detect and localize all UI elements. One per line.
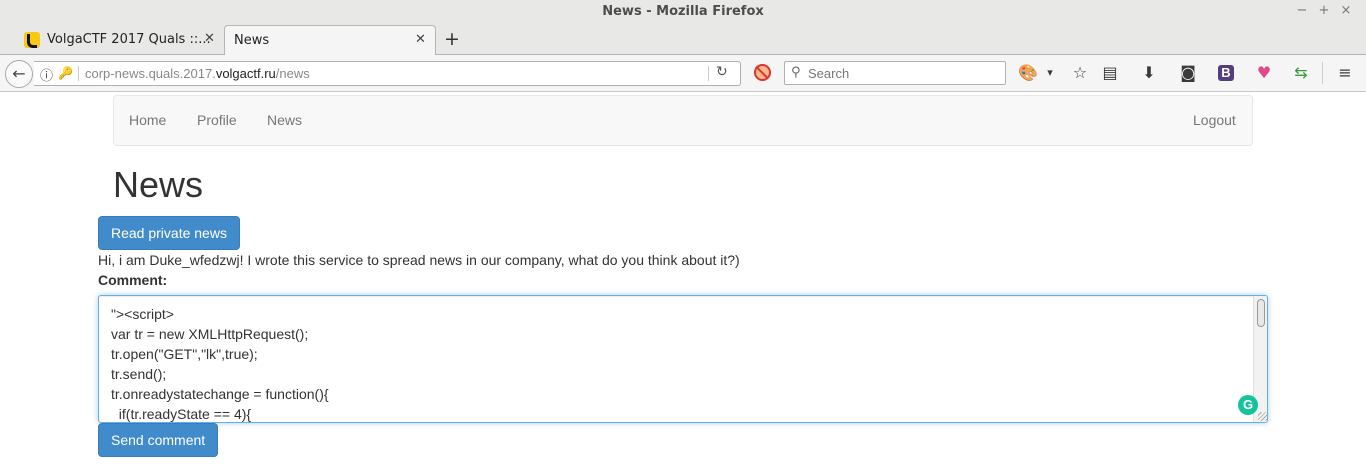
bookmark-star-icon[interactable]: ☆ [1070, 63, 1090, 83]
comment-textarea-value: "><script> var tr = new XMLHttpRequest()… [111, 306, 329, 422]
close-tab-icon[interactable]: ✕ [204, 31, 215, 46]
window-titlebar: News - Mozilla Firefox − + × [0, 0, 1366, 24]
url-domain: volgactf.ru [215, 66, 276, 81]
swap-icon[interactable]: ⇆ [1291, 63, 1311, 83]
nav-news-link[interactable]: News [267, 112, 302, 128]
tab-volgactf[interactable]: VolgaCTF 2017 Quals ::... ✕ [14, 25, 222, 55]
download-icon[interactable]: ⬇ [1139, 63, 1159, 83]
reload-divider [708, 66, 709, 81]
toolbar-divider [1322, 62, 1323, 84]
pocket-icon[interactable]: ◙ [1178, 63, 1198, 83]
comment-label: Comment: [98, 272, 168, 288]
intro-text: Hi, i am Duke_wfedzwj! I wrote this serv… [98, 252, 740, 268]
url-text[interactable]: corp-news.quals.2017.volgactf.ru/news [85, 66, 310, 81]
noscript-icon[interactable] [754, 64, 771, 81]
search-input[interactable] [808, 65, 998, 81]
new-tab-icon[interactable]: + [444, 28, 460, 50]
reading-list-icon[interactable]: ▤ [1100, 63, 1120, 83]
grammarly-icon[interactable]: G [1238, 395, 1258, 415]
stylish-icon[interactable]: 🎨 [1018, 63, 1038, 83]
close-tab-icon[interactable]: ✕ [415, 32, 426, 47]
menu-icon[interactable]: ≡ [1335, 63, 1355, 83]
site-navbar: Home Profile News Logout [113, 95, 1253, 146]
nav-profile-link[interactable]: Profile [197, 112, 237, 128]
read-private-news-button[interactable]: Read private news [98, 216, 240, 250]
url-path: /news [275, 66, 310, 81]
maximize-icon[interactable]: + [1316, 3, 1332, 19]
chevron-down-icon[interactable]: ▾ [1040, 63, 1060, 83]
key-icon[interactable]: 🔑 [58, 66, 73, 80]
reload-icon[interactable]: ↻ [716, 64, 728, 80]
nav-home-link[interactable]: Home [129, 112, 166, 128]
tab-label: VolgaCTF 2017 Quals ::... [47, 32, 211, 47]
bootstrap-icon[interactable]: B [1218, 65, 1234, 81]
scrollbar-thumb[interactable] [1257, 299, 1265, 327]
comment-textarea[interactable]: "><script> var tr = new XMLHttpRequest()… [98, 295, 1268, 423]
window-title: News - Mozilla Firefox [602, 4, 764, 19]
search-bar[interactable]: ⚲ [784, 61, 1006, 85]
minimize-icon[interactable]: − [1294, 3, 1310, 19]
resize-handle-icon[interactable] [1258, 412, 1267, 421]
colorzilla-icon[interactable]: ♥ [1254, 63, 1274, 83]
info-icon[interactable]: ⓘ [40, 65, 53, 84]
page-title: News [113, 164, 204, 205]
url-bar[interactable]: ⓘ 🔑 corp-news.quals.2017.volgactf.ru/new… [34, 61, 741, 86]
tab-news[interactable]: News ✕ [224, 25, 436, 56]
url-prefix: corp-news.quals.2017. [85, 66, 216, 81]
back-button[interactable]: ← [5, 60, 33, 88]
tab-strip: VolgaCTF 2017 Quals ::... ✕ News ✕ + [0, 24, 1366, 56]
send-comment-button[interactable]: Send comment [98, 423, 219, 457]
volgactf-favicon-icon [24, 32, 40, 48]
tab-label: News [234, 33, 270, 48]
browser-toolbar: ⓘ 🔑 corp-news.quals.2017.volgactf.ru/new… [0, 55, 1366, 92]
search-icon: ⚲ [791, 65, 801, 80]
url-divider [78, 66, 79, 81]
close-window-icon[interactable]: × [1338, 3, 1354, 19]
nav-logout-link[interactable]: Logout [1193, 112, 1236, 128]
